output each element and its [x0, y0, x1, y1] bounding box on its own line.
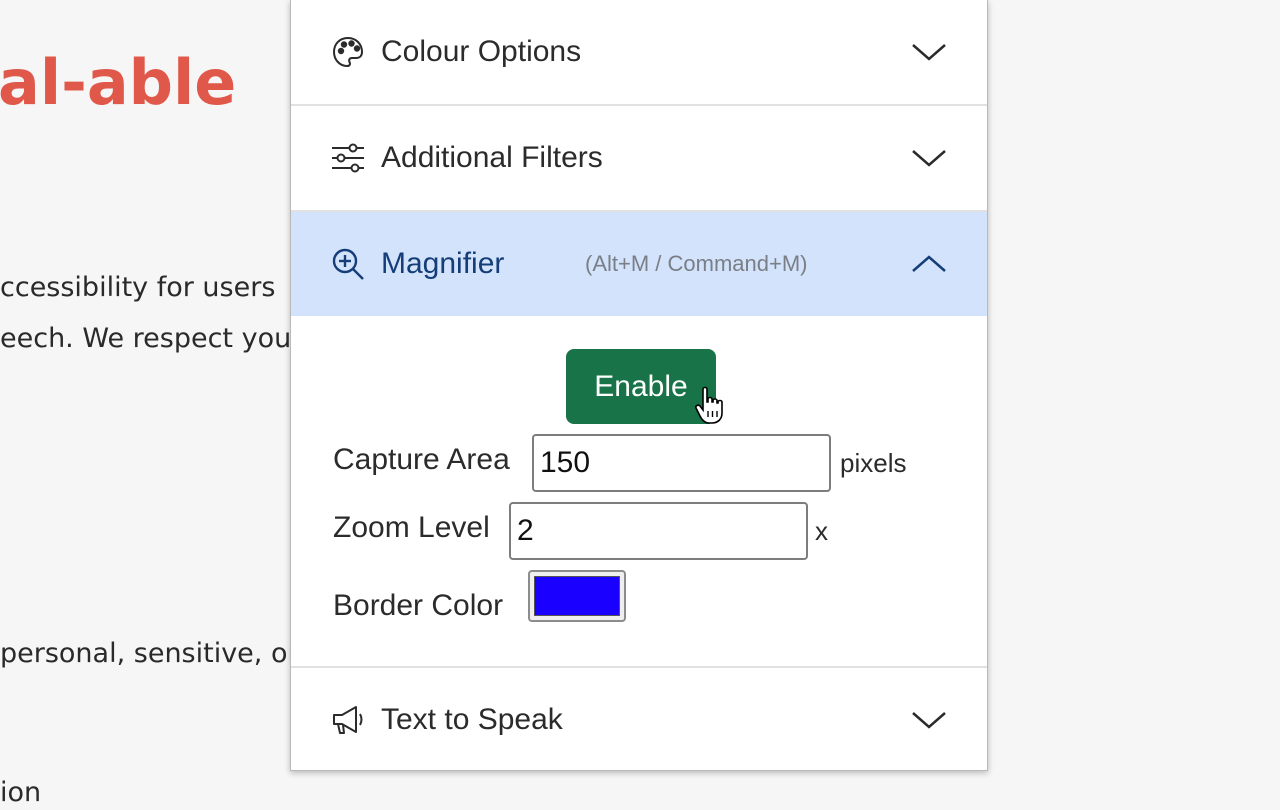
- border-color-label: Border Color: [333, 589, 504, 622]
- accessibility-panel: Colour Options Additional Filters Magnif…: [290, 0, 988, 771]
- capture-area-unit: pixels: [840, 448, 907, 478]
- megaphone-icon: [331, 703, 365, 737]
- text-to-speak-header[interactable]: Text to Speak: [291, 666, 987, 770]
- chevron-down-icon: [912, 150, 946, 167]
- page-text-line: ccessibility for users: [0, 272, 276, 303]
- capture-area-label: Capture Area: [333, 443, 510, 476]
- section-label: Magnifier: [381, 247, 505, 280]
- capture-area-input[interactable]: [532, 434, 831, 492]
- page-text-line: ion: [0, 777, 42, 808]
- page-text-line: eech. We respect you: [0, 323, 292, 354]
- chevron-down-icon: [912, 711, 946, 729]
- additional-filters-header[interactable]: Additional Filters: [291, 106, 987, 212]
- zoom-level-label: Zoom Level: [333, 511, 490, 544]
- zoom-level-input[interactable]: [509, 502, 808, 560]
- page-heading: al-able: [0, 46, 237, 119]
- hand-cursor-icon: [695, 386, 723, 424]
- section-label: Colour Options: [381, 35, 582, 68]
- border-color-picker[interactable]: [528, 570, 626, 622]
- chevron-up-icon: [912, 255, 946, 272]
- zoom-level-unit: x: [815, 516, 828, 546]
- palette-icon: [331, 35, 365, 69]
- zoom-in-icon: [331, 247, 365, 281]
- magnifier-header[interactable]: Magnifier (Alt+M / Command+M): [291, 212, 987, 316]
- keyboard-shortcut-hint: (Alt+M / Command+M): [585, 251, 808, 276]
- section-label: Additional Filters: [381, 141, 603, 174]
- chevron-down-icon: [912, 44, 946, 61]
- page-text-line: personal, sensitive, or: [0, 638, 299, 669]
- section-label: Text to Speak: [381, 702, 563, 736]
- colour-options-header[interactable]: Colour Options: [291, 0, 987, 106]
- border-color-fill: [534, 576, 620, 616]
- sliders-icon: [331, 141, 365, 175]
